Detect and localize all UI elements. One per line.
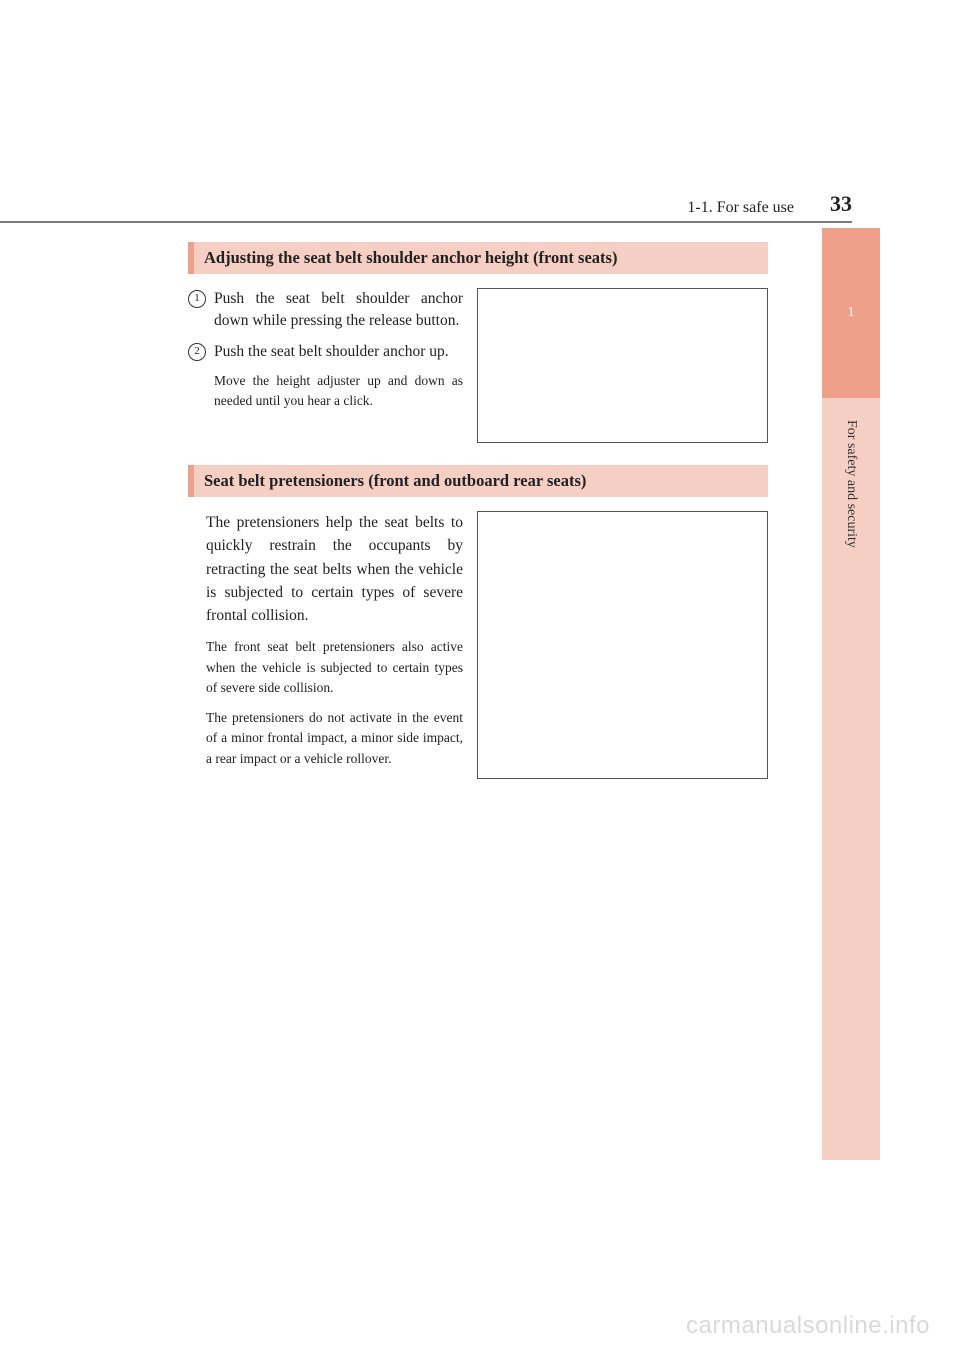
step-item: 2 Push the seat belt shoulder anchor up. <box>188 341 463 363</box>
side-tab-chapter: 1 <box>822 228 880 398</box>
step-item: 1 Push the seat belt shoulder anchor dow… <box>188 288 463 333</box>
chapter-number: 1 <box>848 305 855 321</box>
watermark-text: carmanualsonline.info <box>686 1312 930 1340</box>
page-header: 1-1. For safe use 33 <box>0 195 852 223</box>
figure-placeholder <box>477 511 768 779</box>
section2-note2: The pretensioners do not activate in the… <box>206 708 463 769</box>
step-text: Push the seat belt shoulder anchor up. <box>214 341 463 363</box>
side-chapter-title: For safety and security <box>822 420 880 620</box>
section1-text-column: 1 Push the seat belt shoulder anchor dow… <box>188 288 463 443</box>
section1-body: 1 Push the seat belt shoulder anchor dow… <box>188 288 768 443</box>
step-text: Push the seat belt shoulder anchor down … <box>214 288 463 333</box>
section2: Seat belt pretensioners (front and outbo… <box>188 465 768 779</box>
section-heading-anchor: Adjusting the seat belt shoulder anchor … <box>188 242 768 274</box>
header-section-label: 1-1. For safe use <box>687 199 794 217</box>
section2-body: The pretensioners help the seat belts to… <box>188 511 768 779</box>
section1-note: Move the height adjuster up and down as … <box>214 371 463 410</box>
section2-note1: The front seat belt pretensioners also a… <box>206 637 463 698</box>
manual-page: 1-1. For safe use 33 1 For safety and se… <box>0 0 960 1358</box>
step-number-icon: 2 <box>188 343 206 361</box>
section2-paragraph: The pretensioners help the seat belts to… <box>206 511 463 627</box>
page-number: 33 <box>830 191 852 217</box>
section2-text-column: The pretensioners help the seat belts to… <box>188 511 463 779</box>
section-heading-pretensioners: Seat belt pretensioners (front and outbo… <box>188 465 768 497</box>
step-number-icon: 1 <box>188 290 206 308</box>
content-area: Adjusting the seat belt shoulder anchor … <box>188 242 768 801</box>
chapter-title-text: For safety and security <box>843 420 859 548</box>
figure-placeholder <box>477 288 768 443</box>
